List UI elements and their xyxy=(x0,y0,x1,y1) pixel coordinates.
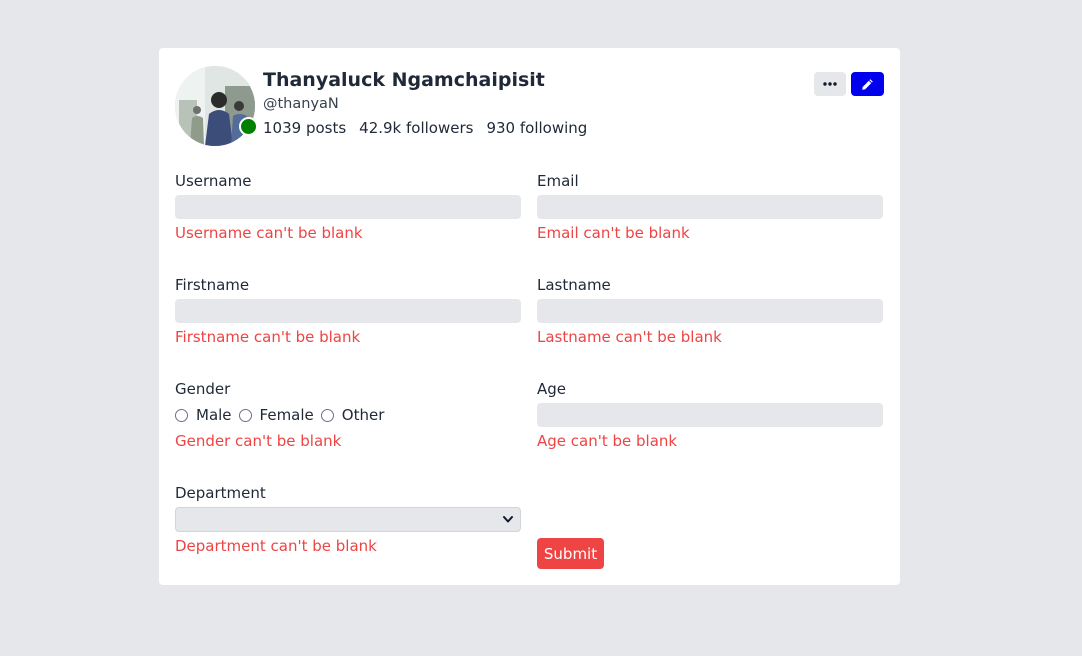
edit-profile-button[interactable] xyxy=(851,72,884,96)
lastname-group: Lastname Lastname can't be blank xyxy=(537,275,884,348)
ellipsis-icon xyxy=(823,82,837,86)
chevron-down-icon xyxy=(503,516,513,523)
gender-female-radio[interactable] xyxy=(238,408,252,422)
lastname-input[interactable] xyxy=(537,299,883,323)
online-status-indicator xyxy=(239,117,258,136)
firstname-error: Firstname can't be blank xyxy=(175,328,361,346)
age-label: Age xyxy=(537,380,567,398)
firstname-group: Firstname Firstname can't be blank xyxy=(175,275,522,348)
email-input[interactable] xyxy=(537,195,883,219)
gender-error: Gender can't be blank xyxy=(175,432,342,450)
department-label: Department xyxy=(175,484,266,502)
gender-group: Gender Male Female Other Gender can't be… xyxy=(175,379,522,452)
gender-male-label: Male xyxy=(196,406,232,424)
lastname-label: Lastname xyxy=(537,276,611,294)
posts-count: 1039 posts xyxy=(263,119,347,137)
gender-male-radio[interactable] xyxy=(175,408,188,422)
department-select[interactable] xyxy=(175,507,521,532)
gender-option-male[interactable]: Male xyxy=(175,406,232,424)
username-input[interactable] xyxy=(175,195,521,219)
department-error: Department can't be blank xyxy=(175,537,377,555)
department-group: Department Department can't be blank xyxy=(175,483,522,557)
profile-card: Thanyaluck Ngamchaipisit @thanyaN 1039 p… xyxy=(159,48,900,585)
profile-name: Thanyaluck Ngamchaipisit xyxy=(263,69,545,91)
gender-radio-group: Male Female Other xyxy=(175,403,522,427)
firstname-label: Firstname xyxy=(175,276,250,294)
email-error: Email can't be blank xyxy=(537,224,690,242)
pencil-icon xyxy=(862,78,873,90)
gender-other-label: Other xyxy=(341,406,385,424)
gender-option-other[interactable]: Other xyxy=(320,406,385,424)
username-group: Username Username can't be blank xyxy=(175,171,522,244)
age-input[interactable] xyxy=(537,403,883,427)
more-options-button[interactable] xyxy=(814,72,846,96)
firstname-input[interactable] xyxy=(175,299,521,323)
gender-other-radio[interactable] xyxy=(320,408,334,422)
username-error: Username can't be blank xyxy=(175,224,363,242)
username-label: Username xyxy=(175,172,252,190)
gender-female-label: Female xyxy=(259,406,314,424)
age-group: Age Age can't be blank xyxy=(537,379,884,452)
gender-option-female[interactable]: Female xyxy=(238,406,314,424)
lastname-error: Lastname can't be blank xyxy=(537,328,722,346)
age-error: Age can't be blank xyxy=(537,432,678,450)
profile-stats: 1039 posts 42.9k followers 930 following xyxy=(263,119,600,137)
submit-button[interactable]: Submit xyxy=(537,538,604,569)
gender-label: Gender xyxy=(175,380,231,398)
following-count: 930 following xyxy=(486,119,588,137)
email-group: Email Email can't be blank xyxy=(537,171,884,244)
profile-handle: @thanyaN xyxy=(263,96,339,112)
followers-count: 42.9k followers xyxy=(359,119,474,137)
email-label: Email xyxy=(537,172,579,190)
